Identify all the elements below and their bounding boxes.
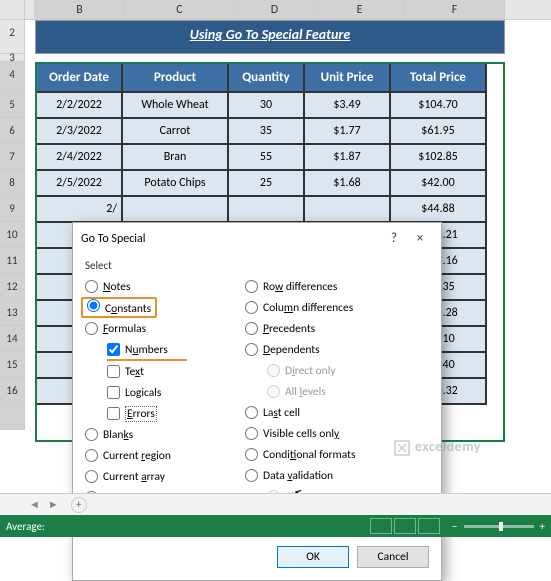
option-visible[interactable]: Visible cells only: [245, 423, 415, 444]
option-current-region[interactable]: Current region: [85, 445, 245, 466]
status-average: Average:: [6, 520, 45, 533]
row-header[interactable]: 15: [0, 352, 25, 378]
header-total-price: Total Price: [390, 63, 486, 92]
option-precedents[interactable]: Precedents: [245, 318, 415, 339]
dialog-titlebar[interactable]: Go To Special ? ×: [73, 223, 441, 255]
header-unit-price: Unit Price: [304, 63, 390, 92]
dialog-title: Go To Special: [81, 232, 381, 246]
zoom-controls: − +: [452, 520, 545, 533]
row-header[interactable]: 13: [0, 300, 25, 326]
row-header[interactable]: [0, 404, 25, 430]
add-sheet-button[interactable]: +: [71, 497, 87, 513]
page-layout-view-icon[interactable]: [394, 518, 416, 534]
select-all-corner[interactable]: [0, 0, 25, 19]
sheet-tab-bar: ◄ ► +: [0, 493, 551, 515]
option-numbers[interactable]: Numbers: [85, 339, 245, 360]
option-notes[interactable]: Notes: [85, 276, 245, 297]
section-label: Select: [85, 259, 429, 272]
header-quantity: Quantity: [228, 63, 304, 92]
option-all-levels: All levels: [245, 381, 415, 402]
col-header-c[interactable]: C: [125, 0, 235, 19]
zoom-in-icon[interactable]: +: [540, 520, 545, 533]
tab-nav-prev-icon[interactable]: ◄: [29, 498, 40, 511]
option-data-validation[interactable]: Data validation: [245, 465, 415, 486]
row-header[interactable]: 11: [0, 248, 25, 274]
table-row: 2/$44.88: [36, 196, 486, 222]
table-row: 2/2/2022Whole Wheat30$3.49$104.70: [36, 92, 486, 118]
option-last-cell[interactable]: Last cell: [245, 402, 415, 423]
ok-button[interactable]: OK: [277, 546, 349, 568]
option-row-diff[interactable]: Row differences: [245, 276, 415, 297]
page-break-view-icon[interactable]: [418, 518, 440, 534]
cancel-button[interactable]: Cancel: [357, 546, 429, 568]
option-current-array[interactable]: Current array: [85, 466, 245, 487]
row-header[interactable]: 9: [0, 196, 25, 222]
option-direct-only: Direct only: [245, 360, 415, 381]
option-conditional[interactable]: Conditional formats: [245, 444, 415, 465]
zoom-slider[interactable]: [464, 525, 534, 528]
help-icon[interactable]: ?: [381, 229, 407, 249]
option-constants[interactable]: Constants: [85, 297, 245, 318]
option-errors[interactable]: Errors: [85, 403, 245, 424]
option-formulas[interactable]: Formulas: [85, 318, 245, 339]
row-header[interactable]: 5: [0, 92, 25, 118]
normal-view-icon[interactable]: [370, 518, 392, 534]
row-header[interactable]: 2: [0, 20, 25, 54]
row-header[interactable]: 8: [0, 170, 25, 196]
tab-nav-next-icon[interactable]: ►: [48, 498, 59, 511]
col-header-a[interactable]: [25, 0, 35, 19]
row-header[interactable]: 7: [0, 144, 25, 170]
col-header-d[interactable]: D: [235, 0, 315, 19]
close-icon[interactable]: ×: [407, 229, 433, 249]
status-bar: Average: − +: [0, 515, 551, 537]
option-col-diff[interactable]: Column differences: [245, 297, 415, 318]
row-header[interactable]: 10: [0, 222, 25, 248]
option-blanks[interactable]: Blanks: [85, 424, 245, 445]
row-header[interactable]: 6: [0, 118, 25, 144]
header-order-date: Order Date: [36, 63, 122, 92]
header-product: Product: [122, 63, 228, 92]
option-text[interactable]: Text: [85, 361, 245, 382]
row-header[interactable]: 16: [0, 378, 25, 404]
col-header-e[interactable]: E: [315, 0, 405, 19]
col-header-b[interactable]: B: [35, 0, 125, 19]
col-header-f[interactable]: F: [405, 0, 505, 19]
row-headers: 2 3 4 5 6 7 8 9 10 11 12 13 14 15 16: [0, 20, 25, 430]
option-dependents[interactable]: Dependents: [245, 339, 415, 360]
option-logicals[interactable]: Logicals: [85, 382, 245, 403]
page-title: Using Go To Special Feature: [35, 20, 505, 54]
row-header[interactable]: 12: [0, 274, 25, 300]
zoom-out-icon[interactable]: −: [452, 520, 457, 533]
row-header[interactable]: 3: [0, 54, 25, 62]
row-header[interactable]: 14: [0, 326, 25, 352]
table-row: 2/4/2022Bran55$1.87$102.85: [36, 144, 486, 170]
column-headers: B C D E F: [0, 0, 551, 20]
table-row: 2/3/2022Carrot35$1.77$61.95: [36, 118, 486, 144]
view-buttons: [370, 518, 440, 534]
table-header-row: Order Date Product Quantity Unit Price T…: [36, 63, 486, 92]
table-row: 2/5/2022Potato Chips25$1.68$42.00: [36, 170, 486, 196]
row-header[interactable]: 4: [0, 62, 25, 92]
